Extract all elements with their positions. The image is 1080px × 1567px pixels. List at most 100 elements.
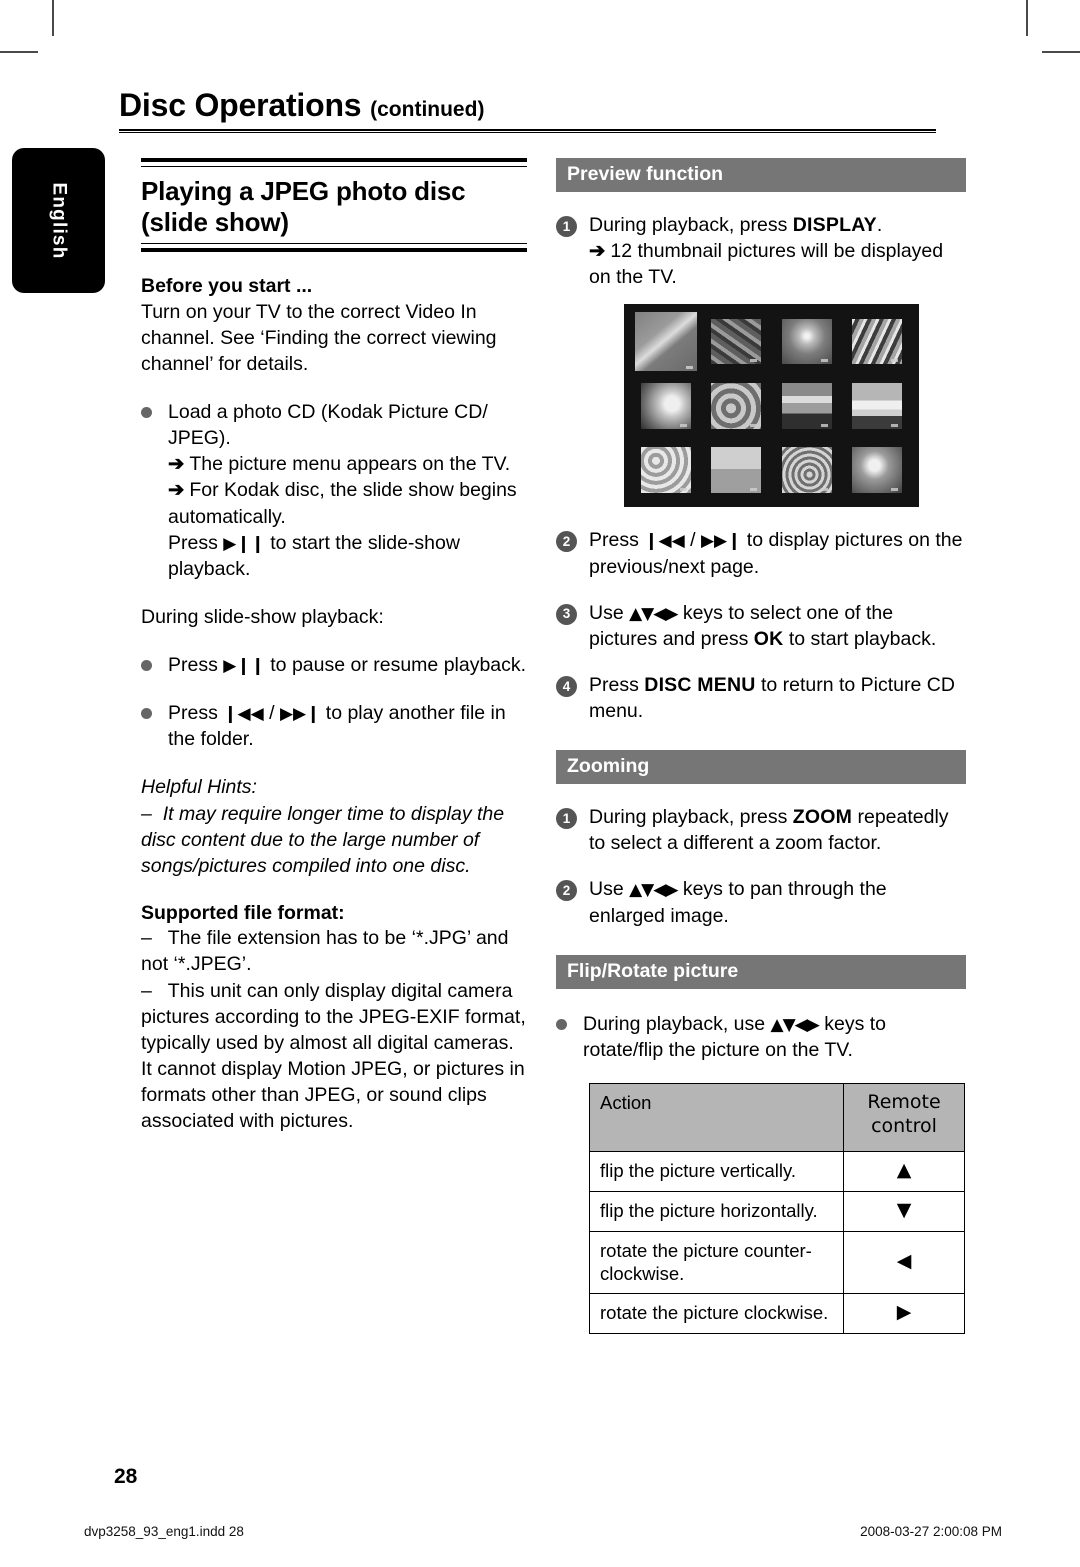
play-pause-icon: ▶❙❙ — [223, 533, 265, 554]
pause-prefix: Press — [168, 654, 218, 677]
step-number-badge: 2 — [556, 527, 589, 579]
preview-step-1-prefix: During playback, press — [589, 214, 788, 236]
load-photo-cd-text: Load a photo CD (Kodak Picture CD/ JPEG)… — [168, 401, 488, 450]
supported-format-item-2: – This unit can only display digital cam… — [141, 978, 527, 1135]
thumbnail-image — [781, 318, 832, 365]
preview-step-2: 2 Press ❙◀◀ / ▶▶❙ to display pictures on… — [556, 527, 966, 579]
thumbnail-8[interactable] — [846, 377, 908, 435]
navigation-keys-icon: ▲▼◀▶ — [629, 880, 678, 901]
skip-suffix: to play another file in the folder. — [168, 702, 506, 751]
language-tab-label: English — [48, 181, 70, 260]
table-row: rotate the picture counter-clockwise. ◀ — [589, 1230, 965, 1295]
load-press-play-line: Press ▶❙❙ to start the slide-show playba… — [168, 530, 527, 582]
preview-function-bar: Preview function — [556, 158, 966, 192]
thumbnail-image — [851, 447, 902, 493]
disc-menu-keyword: DISC MENU — [644, 673, 756, 696]
table-body: flip the picture vertically. ▲ flip the pi… — [589, 1150, 965, 1335]
thumbnail-3[interactable] — [776, 312, 838, 370]
skip-prefix: Press — [168, 702, 218, 725]
preview-step-4-content: Press DISC MENU to return to Picture CD … — [589, 672, 966, 724]
ok-keyword: OK — [753, 627, 784, 650]
header-rule — [119, 129, 936, 134]
left-column: Playing a JPEG photo disc (slide show) B… — [141, 158, 527, 1134]
hint-dash: – — [141, 802, 152, 825]
thumbnail-image — [711, 447, 762, 493]
table-cell-remote-key-icon: ▲ — [843, 1150, 965, 1192]
preview-step-3: 3 Use ▲▼◀▶ keys to select one of the pic… — [556, 600, 966, 652]
section-title: Playing a JPEG photo disc (slide show) — [141, 176, 466, 237]
helpful-hints-heading: Helpful Hints: — [141, 776, 257, 799]
step-number-2: 2 — [556, 880, 577, 902]
thumbnail-6[interactable] — [705, 377, 767, 435]
zooming-step-1-content: During playback, press ZOOM repeatedly t… — [589, 804, 966, 856]
step-number-1: 1 — [556, 808, 577, 830]
press-prefix: Press — [168, 531, 218, 554]
thumbnail-label-icon — [750, 487, 758, 491]
preview-step-3-suffix: to start playback. — [788, 627, 937, 650]
preview-step-3-content: Use ▲▼◀▶ keys to select one of the pictu… — [589, 600, 966, 652]
flip-rotate-table: Action Remote control flip the picture v… — [589, 1082, 965, 1335]
bullet-dot-icon — [141, 399, 168, 582]
section-title-rule-bottom — [141, 243, 527, 253]
thumbnail-9[interactable] — [635, 441, 697, 499]
dash-icon: – — [141, 927, 152, 950]
dash-icon: – — [141, 979, 152, 1002]
thumbnail-image — [781, 447, 832, 493]
preview-step-2-prefix: Press — [589, 529, 639, 552]
thumbnail-label-icon — [890, 359, 898, 363]
thumbnail-label-icon — [750, 423, 758, 427]
thumbnail-selection-highlight — [635, 312, 698, 371]
navigation-keys-icon: ▲▼◀▶ — [770, 1014, 820, 1035]
preview-step-2-content: Press ❙◀◀ / ▶▶❙ to display pictures on t… — [589, 527, 966, 579]
table-cell-action: rotate the picture clockwise. — [589, 1293, 844, 1335]
thumbnail-label-icon — [680, 487, 688, 491]
zooming-step-1: 1 During playback, press ZOOM repeatedly… — [556, 804, 966, 856]
thumbnail-label-icon — [750, 359, 758, 363]
column-header-action: Action — [589, 1082, 844, 1152]
thumbnail-11[interactable] — [776, 441, 838, 499]
thumbnail-2[interactable] — [705, 312, 767, 370]
flip-rotate-prefix: During playback, use — [583, 1012, 766, 1035]
previous-track-icon: ❙◀◀ — [644, 531, 685, 552]
page-header: Disc Operations (continued) — [119, 87, 936, 134]
skip-separator: / — [269, 702, 275, 725]
previous-track-icon: ❙◀◀ — [223, 704, 264, 725]
flip-rotate-bar: Flip/Rotate picture — [556, 954, 966, 989]
pause-suffix: to pause or resume playback. — [270, 654, 527, 677]
arrow-icon: ➔ — [168, 479, 185, 502]
hint-body: It may require longer time to display th… — [141, 802, 505, 877]
page-title: Disc Operations (continued) — [119, 87, 936, 123]
supported-item-1-text: The file extension has to be ‘*.JPG’ and… — [141, 927, 509, 976]
pause-resume-content: Press ▶❙❙ to pause or resume playback. — [168, 652, 527, 678]
thumbnail-10[interactable] — [705, 441, 767, 499]
crop-mark-top-left-horizontal — [0, 51, 38, 53]
load-photo-cd-bullet: Load a photo CD (Kodak Picture CD/ JPEG)… — [141, 399, 527, 582]
thumbnail-7[interactable] — [776, 377, 838, 435]
arrow-icon: ➔ — [168, 453, 185, 476]
thumbnail-label-icon — [820, 423, 828, 427]
preview-step-1-arrow-text: 12 thumbnail pictures will be displayed … — [589, 240, 944, 289]
table-row: flip the picture vertically. ▲ — [589, 1150, 965, 1192]
step-number-2: 2 — [556, 531, 577, 553]
play-pause-icon: ▶❙❙ — [223, 656, 265, 677]
arrow-icon: ➔ — [589, 240, 606, 263]
thumbnail-label-icon — [820, 487, 828, 491]
page-title-text: Disc Operations — [119, 87, 362, 123]
thumbnail-1[interactable] — [635, 312, 698, 371]
thumbnail-5[interactable] — [635, 377, 697, 435]
page-title-continued: (continued) — [370, 98, 485, 121]
thumbnail-4[interactable] — [846, 312, 908, 370]
thumbnail-label-icon — [820, 359, 828, 363]
before-you-start-heading: Before you start ... — [141, 275, 313, 298]
preview-step-3-prefix: Use — [589, 601, 624, 624]
table-header: Action Remote control — [589, 1082, 965, 1152]
footer-filename: dvp3258_93_eng1.indd 28 — [84, 1524, 244, 1539]
helpful-hints-text: – It may require longer time to display … — [141, 801, 527, 879]
preview-step-1-content: During playback, press DISPLAY. ➔ 12 thum… — [589, 212, 966, 290]
footer-timestamp: 2008-03-27 2:00:08 PM — [860, 1524, 1002, 1539]
language-tab: English — [12, 148, 105, 293]
table-row: flip the picture horizontally. ▼ — [589, 1190, 965, 1232]
thumbnail-12[interactable] — [846, 441, 908, 499]
preview-step-4-prefix: Press — [589, 673, 639, 696]
next-track-icon: ▶▶❙ — [279, 704, 321, 725]
